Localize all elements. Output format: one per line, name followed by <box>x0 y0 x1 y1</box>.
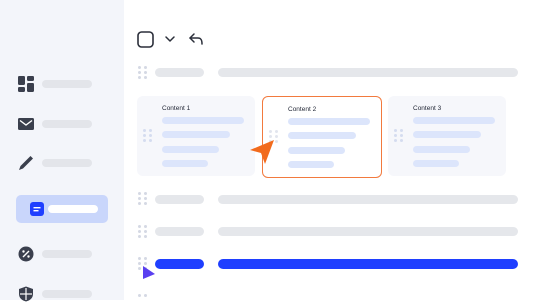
row-content-highlighted[interactable] <box>218 259 518 269</box>
collaborator-cursor-icon <box>250 140 274 164</box>
card-line-placeholder <box>288 147 345 154</box>
card-line-placeholder <box>162 146 219 153</box>
sidebar <box>0 0 124 302</box>
row-field-placeholder <box>155 195 204 204</box>
card-line-placeholder <box>288 118 370 125</box>
drag-handle[interactable] <box>138 294 148 308</box>
content-card[interactable]: Content 1 <box>137 96 255 176</box>
card-line-placeholder <box>413 117 495 124</box>
chevron-down-icon[interactable] <box>164 34 176 44</box>
dashboard-icon <box>18 76 34 92</box>
sidebar-item-mail[interactable] <box>16 110 108 138</box>
row-field-highlighted[interactable] <box>155 259 204 269</box>
mail-icon <box>18 118 34 130</box>
sidebar-item-documents[interactable] <box>16 195 108 223</box>
drag-handle[interactable] <box>138 225 148 239</box>
row-content-placeholder <box>218 227 518 236</box>
row-field-placeholder <box>155 227 204 236</box>
drag-handle[interactable] <box>394 129 404 143</box>
content-card[interactable]: Content 3 <box>388 96 506 176</box>
reply-icon[interactable] <box>188 32 204 46</box>
drag-handle[interactable] <box>138 192 148 206</box>
row-content-placeholder <box>218 68 518 77</box>
card-title: Content 3 <box>413 105 442 112</box>
discount-badge-icon <box>18 246 34 262</box>
pointer-cursor-icon <box>143 266 155 279</box>
row-content-placeholder <box>218 195 518 204</box>
card-title: Content 1 <box>162 105 191 112</box>
card-line-placeholder <box>288 132 356 139</box>
card-line-placeholder <box>413 131 481 138</box>
sidebar-item-label-placeholder <box>48 205 98 213</box>
card-line-placeholder <box>162 117 244 124</box>
sidebar-item-discounts[interactable] <box>16 240 108 268</box>
drag-handle[interactable] <box>143 129 153 143</box>
sidebar-item-security[interactable] <box>16 280 108 308</box>
content-card-selected[interactable]: Content 2 <box>262 96 382 178</box>
sidebar-item-label-placeholder <box>42 290 92 298</box>
pen-icon <box>19 156 33 170</box>
sidebar-item-label-placeholder <box>42 159 92 167</box>
card-line-placeholder <box>413 160 459 167</box>
drag-handle[interactable] <box>138 66 148 80</box>
sidebar-item-dashboard[interactable] <box>16 70 108 98</box>
card-title: Content 2 <box>288 106 317 113</box>
row-field-placeholder <box>155 68 204 77</box>
sidebar-item-label-placeholder <box>42 250 92 258</box>
checkbox-icon[interactable] <box>137 31 154 48</box>
sidebar-item-label-placeholder <box>42 120 92 128</box>
sidebar-item-edit[interactable] <box>16 149 108 177</box>
document-icon <box>30 202 44 216</box>
card-line-placeholder <box>162 160 208 167</box>
card-line-placeholder <box>162 131 230 138</box>
sidebar-item-label-placeholder <box>42 80 92 88</box>
card-line-placeholder <box>413 146 470 153</box>
card-line-placeholder <box>288 161 334 168</box>
